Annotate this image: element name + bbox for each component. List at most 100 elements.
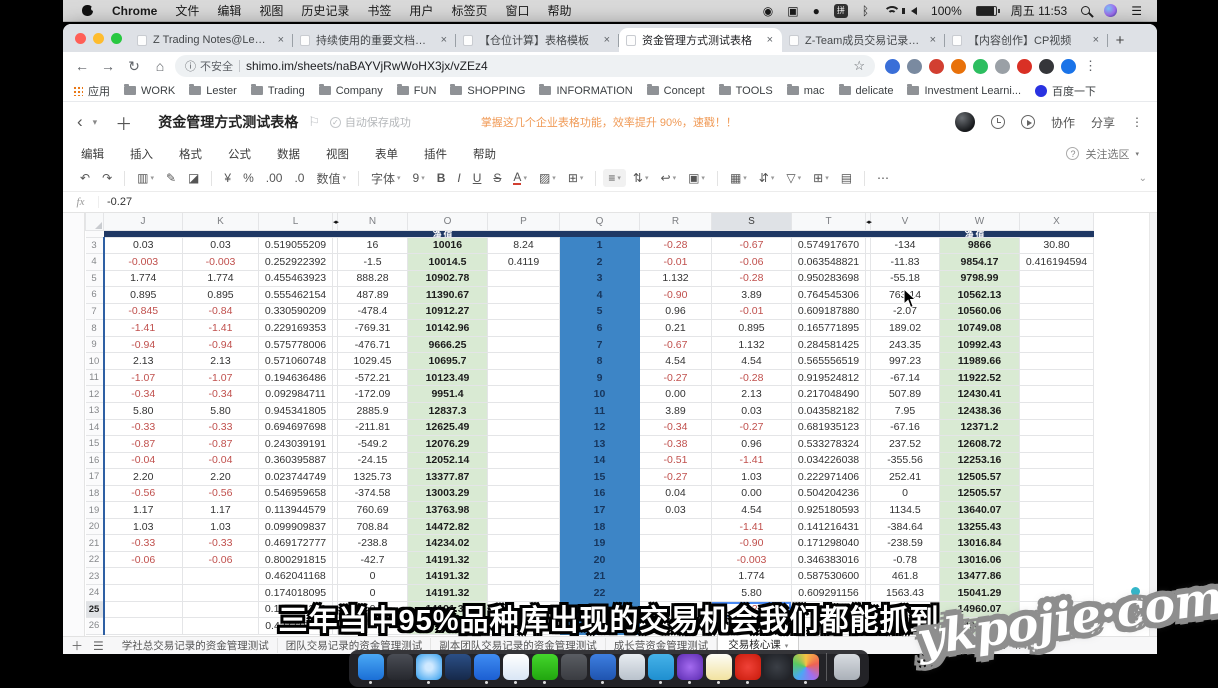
tab-close-icon[interactable]: × [765,34,775,46]
row-header[interactable]: 20 [86,518,104,535]
grid-cell[interactable]: -42.7 [338,551,408,568]
column-header-V[interactable]: V [871,213,940,230]
grid-cell[interactable]: 9 [560,369,640,386]
grid-cell[interactable]: 12253.16 [940,452,1020,469]
grid-cell[interactable]: -0.003 [183,254,259,271]
grid-cell[interactable]: -0.28 [640,237,712,254]
decimal-decrease-icon[interactable]: .0 [289,169,309,187]
menubar-item-0[interactable]: 文件 [166,2,208,19]
grid-cell[interactable]: -0.78 [871,551,940,568]
grid-cell[interactable] [1020,452,1094,469]
chevron-down-icon[interactable]: ▾ [93,117,98,128]
h-align-icon[interactable]: ≡▾ [603,169,626,187]
grid-cell[interactable]: -11.83 [871,254,940,271]
grid-cell[interactable]: 8 [560,353,640,370]
bookmark-item-0[interactable]: 应用 [73,83,110,99]
row-header[interactable]: 16 [86,452,104,469]
bookmark-item-9[interactable]: TOOLS [719,85,773,97]
grid-cell[interactable]: 760.69 [338,502,408,519]
bookmark-item-5[interactable]: FUN [397,85,437,97]
grid-cell[interactable]: 0.469172777 [259,535,333,552]
underline-icon[interactable]: U [468,169,487,187]
tab-close-icon[interactable]: × [928,34,938,46]
grid-cell[interactable]: -0.87 [183,436,259,453]
undo-icon[interactable]: ↶ [75,169,95,187]
grid-cell[interactable]: 0.694697698 [259,419,333,436]
input-method-icon[interactable]: 拼 [829,4,853,18]
grid-cell[interactable]: 1.17 [183,502,259,519]
record-icon[interactable]: ◉ [758,4,778,18]
grid-cell[interactable]: -0.34 [640,419,712,436]
new-tab-button[interactable]: + [1108,28,1132,52]
row-header[interactable]: 5 [86,270,104,287]
grid-cell[interactable]: 5.80 [104,402,183,419]
grid-cell[interactable]: -0.27 [640,369,712,386]
shimo-menu-5[interactable]: 视图 [326,146,349,162]
select-all-corner[interactable] [86,213,104,230]
grid-cell[interactable]: 14191.32 [408,551,488,568]
row-header[interactable]: 14 [86,419,104,436]
grid-cell[interactable]: 997.23 [871,353,940,370]
row-header[interactable]: 15 [86,436,104,453]
help-icon[interactable]: ? [1066,147,1079,160]
grid-cell[interactable]: 12 [560,419,640,436]
grid-cell[interactable]: -0.845 [104,303,183,320]
grid-cell[interactable] [488,469,560,486]
bookmark-item-12[interactable]: Investment Learni... [907,85,1021,97]
grid-cell[interactable]: 0.574917670 [792,237,866,254]
grid-cell[interactable]: 10142.96 [408,320,488,337]
bookmark-item-2[interactable]: Lester [189,85,237,97]
tab-close-icon[interactable]: × [439,34,449,46]
dock-finder-icon[interactable] [358,654,384,680]
presentation-play-icon[interactable] [1021,115,1035,129]
merge-cells-icon[interactable]: ▣▾ [683,169,710,187]
grid-cell[interactable]: -0.01 [712,303,792,320]
grid-cell[interactable]: -0.56 [183,485,259,502]
bookmark-item-6[interactable]: SHOPPING [450,85,525,97]
dock-qq-icon[interactable] [503,654,529,680]
grid-cell[interactable]: 0.243039191 [259,436,333,453]
grid-cell[interactable]: 13640.07 [940,502,1020,519]
grid-cell[interactable]: -0.27 [712,419,792,436]
grid-cell[interactable]: 12438.36 [940,402,1020,419]
dock-trash-icon[interactable] [834,654,860,680]
grid-cell[interactable]: 8.24 [488,237,560,254]
grid-cell[interactable]: 10016 [408,237,488,254]
grid-cell[interactable]: 1.774 [183,270,259,287]
share-button[interactable]: 分享 [1091,114,1115,131]
grid-cell[interactable]: 9854.17 [940,254,1020,271]
grid-cell[interactable] [1020,535,1094,552]
shimo-menu-3[interactable]: 公式 [228,146,251,162]
grid-cell[interactable]: 0.229169353 [259,320,333,337]
hidden-column-marker-icon[interactable]: ◂▸ [333,219,338,226]
grid-cell[interactable]: 0.416194594 [1020,254,1094,271]
toolbar-collapse-icon[interactable]: ⌄ [1139,173,1147,184]
history-icon[interactable] [991,115,1005,129]
follow-selection-label[interactable]: 关注选区 [1085,146,1129,162]
menubar-item-6[interactable]: 标签页 [442,2,496,19]
grid-cell[interactable]: -0.33 [104,419,183,436]
grid-cell[interactable]: -0.28 [712,270,792,287]
grid-cell[interactable]: 0.171298040 [792,535,866,552]
control-center-icon[interactable]: ☰ [1126,4,1147,18]
grid-cell[interactable]: 9951.4 [408,386,488,403]
ext-icon-cloud[interactable] [995,59,1010,74]
grid-cell[interactable]: 10902.78 [408,270,488,287]
menubar-item-7[interactable]: 窗口 [496,2,538,19]
grid-cell[interactable]: -0.33 [183,535,259,552]
grid-cell[interactable]: 461.8 [871,568,940,585]
grid-cell[interactable]: -476.71 [338,336,408,353]
bookmark-item-7[interactable]: INFORMATION [539,85,632,97]
row-header[interactable]: 18 [86,485,104,502]
ext-icon-2[interactable] [907,59,922,74]
row-header[interactable]: 17 [86,469,104,486]
sheet-list-button[interactable]: ☰ [93,639,104,653]
grid-cell[interactable]: 13 [560,436,640,453]
grid-cell[interactable]: 0.00 [640,386,712,403]
grid-cell[interactable]: 12608.72 [940,436,1020,453]
menubar-item-3[interactable]: 历史记录 [292,2,358,19]
grid-cell[interactable]: 4.54 [712,353,792,370]
grid-cell[interactable]: -172.09 [338,386,408,403]
grid-cell[interactable]: -1.07 [183,369,259,386]
vertical-scrollbar[interactable] [1149,213,1157,636]
